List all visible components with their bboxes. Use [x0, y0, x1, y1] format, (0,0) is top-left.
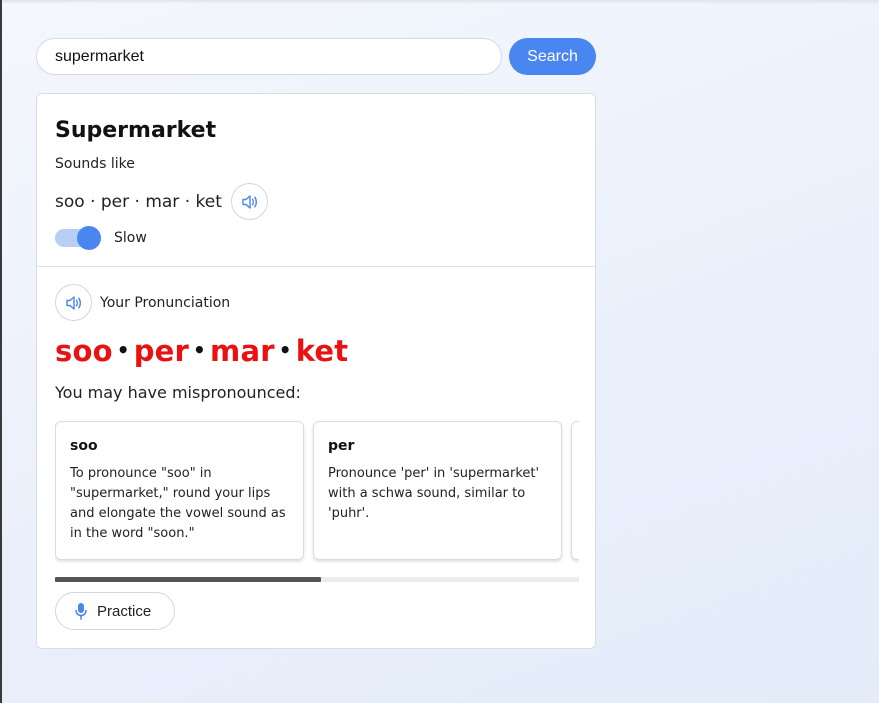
your-pronunciation-label: Your Pronunciation — [100, 295, 231, 311]
tip-card-partial — [571, 421, 579, 560]
tip-title: per — [328, 438, 355, 454]
search-input[interactable] — [36, 38, 502, 75]
syllable-breakdown: soo · per · mar · ket — [55, 192, 222, 212]
syllable[interactable]: ket — [296, 334, 349, 368]
carousel-scrollbar[interactable] — [55, 577, 579, 582]
syllable[interactable]: mar — [210, 334, 275, 368]
play-your-pronunciation-button[interactable] — [55, 284, 92, 321]
tip-title: soo — [70, 438, 98, 454]
practice-label: Practice — [97, 602, 152, 620]
window-top-shadow — [0, 0, 879, 4]
microphone-icon — [75, 603, 87, 620]
pronounced-syllables: soo • per • mar • ket — [55, 334, 348, 368]
practice-button[interactable]: Practice — [55, 592, 175, 630]
word-title: Supermarket — [55, 118, 217, 143]
syllable[interactable]: per — [134, 334, 189, 368]
syllable-separator: • — [116, 338, 130, 362]
syllable-separator: • — [278, 338, 292, 362]
tip-card: per Pronounce 'per' in 'supermarket' wit… — [313, 421, 562, 560]
syllable[interactable]: soo — [55, 334, 113, 368]
tip-text: To pronounce "soo" in "supermarket," rou… — [70, 466, 286, 541]
search-button[interactable]: Search — [509, 38, 596, 75]
carousel-scrollbar-thumb[interactable] — [55, 577, 321, 582]
slow-label: Slow — [114, 230, 147, 246]
slow-toggle-knob — [77, 226, 101, 250]
sounds-like-label: Sounds like — [55, 156, 135, 172]
window-left-border — [0, 0, 2, 703]
slow-toggle[interactable] — [55, 226, 105, 250]
mispronounced-heading: You may have mispronounced: — [55, 383, 301, 402]
tips-carousel[interactable]: soo To pronounce "soo" in "supermarket,"… — [55, 421, 579, 563]
tip-card: soo To pronounce "soo" in "supermarket,"… — [55, 421, 304, 560]
syllable-separator: • — [193, 338, 207, 362]
pronunciation-card: Supermarket Sounds like soo · per · mar … — [36, 93, 596, 649]
section-divider — [37, 266, 595, 267]
speaker-icon — [65, 295, 81, 310]
tip-text: Pronounce 'per' in 'supermarket' with a … — [328, 466, 540, 521]
speaker-icon — [241, 194, 257, 209]
play-audio-button[interactable] — [231, 183, 268, 220]
